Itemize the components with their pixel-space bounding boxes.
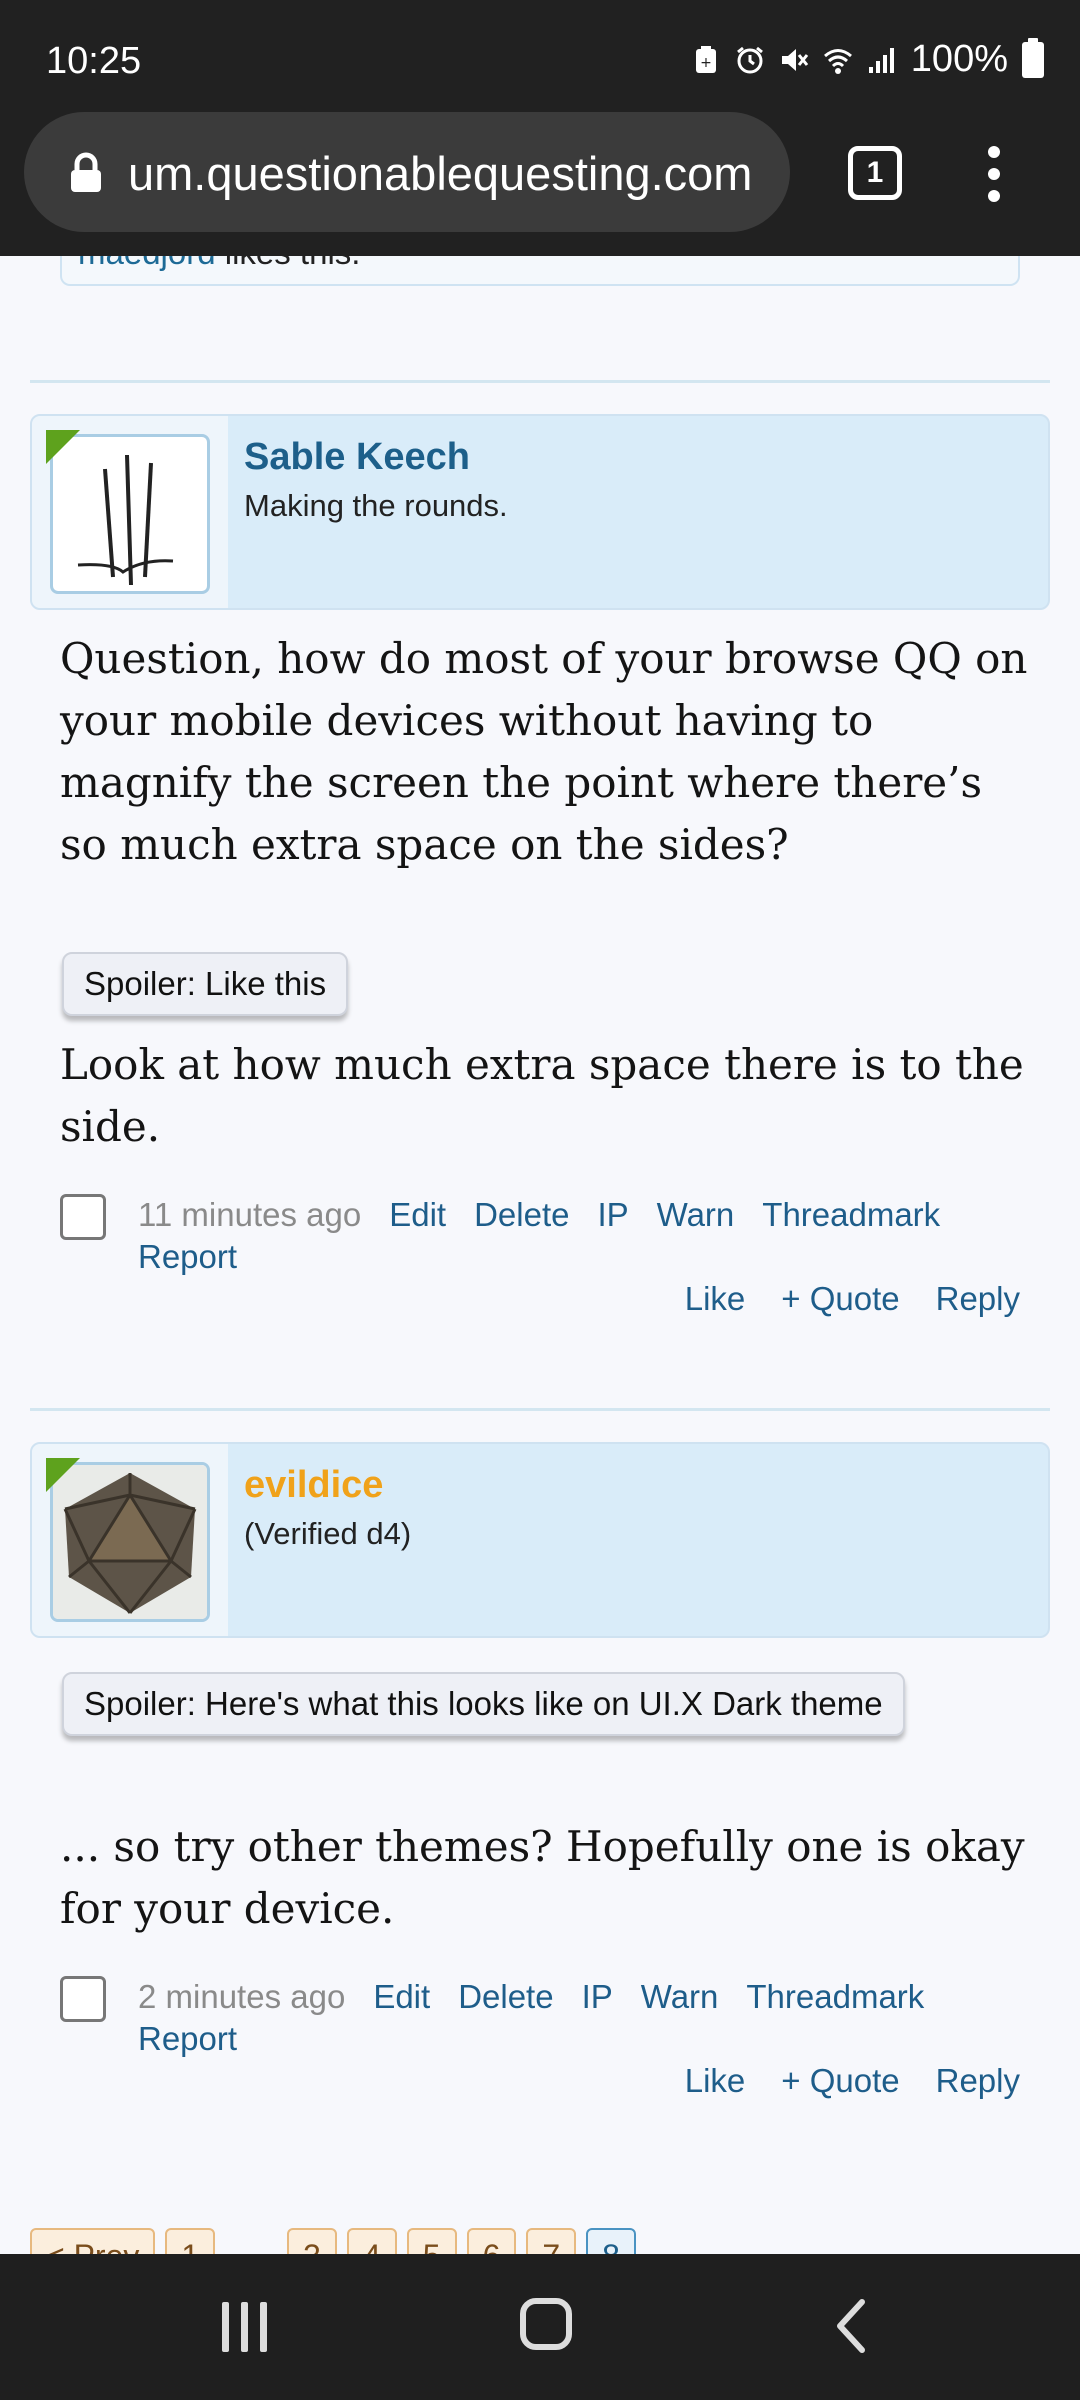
likes-summary: maedjord likes this. [60,256,1020,286]
url-text[interactable]: um.questionablequesting.com [128,146,788,201]
message-body: ... so try other themes? Hopefully one i… [60,1822,1025,1933]
post-divider [30,1408,1050,1411]
wifi-icon [823,48,852,74]
mute-icon [781,48,808,71]
select-post-checkbox[interactable] [60,1976,106,2022]
svg-text:+: + [700,55,712,71]
more-options-icon[interactable] [986,146,1002,202]
online-indicator [46,430,80,464]
page-button[interactable]: 4 [346,2228,397,2254]
page-button[interactable]: 6 [466,2228,517,2254]
spoiler-button[interactable]: Spoiler: Here's what this looks like on … [62,1672,905,1736]
page-button[interactable]: 3 [287,2228,337,2254]
report-link[interactable]: Report [138,2020,237,2058]
delete-link[interactable]: Delete [474,1196,569,1233]
back-icon[interactable] [830,2296,874,2356]
post-controls: 11 minutes ago Edit Delete IP Warn Threadmark [138,1196,968,1234]
recent-apps-icon[interactable] [222,2302,268,2352]
threadmark-link[interactable]: Threadmark [762,1196,940,1233]
post-time[interactable]: 2 minutes ago [138,1978,345,2015]
page-button[interactable]: 1 [165,2228,216,2254]
like-link[interactable]: Like [685,1280,746,1317]
username[interactable]: evildice [244,1464,383,1507]
online-indicator [46,1458,80,1492]
status-icons: + 100% [691,37,1044,81]
message-body-continued: Look at how much extra space there is to… [60,1040,1024,1151]
pagination: < Prev 1 ← 3 4 5 6 7 8 [30,2228,636,2254]
page-button-current[interactable]: 8 [586,2228,636,2254]
ip-link[interactable]: IP [582,1978,613,2015]
edit-link[interactable]: Edit [373,1978,430,2015]
message-user-bar: Sable Keech Making the rounds. [30,414,1050,610]
post-controls: 2 minutes ago Edit Delete IP Warn Threadmark [138,1978,952,2016]
user-title: Making the rounds. [244,488,508,523]
post-actions: Like + Quote Reply [649,2062,1020,2100]
spoiler-button[interactable]: Spoiler: Like this [62,952,349,1016]
signal-icon [868,47,894,73]
username[interactable]: Sable Keech [244,436,470,479]
delete-link[interactable]: Delete [458,1978,553,2015]
post-actions: Like + Quote Reply [649,1280,1020,1318]
quote-link[interactable]: + Quote [781,1280,899,1317]
edit-link[interactable]: Edit [389,1196,446,1233]
reply-link[interactable]: Reply [936,1280,1020,1317]
page-button[interactable]: 5 [406,2228,457,2254]
tab-switcher-button[interactable]: 1 [848,146,902,200]
alarm-icon [736,46,763,73]
system-nav-bar [0,2254,1080,2400]
ip-link[interactable]: IP [597,1196,628,1233]
home-icon[interactable] [520,2298,572,2350]
status-time: 10:25 [46,40,142,82]
user-title: (Verified d4) [244,1516,412,1551]
thread-content: maedjord likes this. Sable Keech Making … [0,256,1080,2254]
page-prev-button[interactable]: < Prev [30,2228,156,2254]
status-bar: 10:25 + 100% um.questionablequesting.com… [0,0,1080,256]
select-post-checkbox[interactable] [60,1194,106,1240]
warn-link[interactable]: Warn [641,1978,719,2015]
message-body: Question, how do most of your browse QQ … [60,634,1028,869]
post-divider [30,380,1050,383]
battery-percent: 100% [910,38,1008,80]
post-time[interactable]: 11 minutes ago [138,1196,361,1233]
lock-icon [71,152,101,192]
report-link[interactable]: Report [138,1238,237,1276]
message-user-bar: evildice (Verified d4) [30,1442,1050,1638]
address-bar[interactable]: um.questionablequesting.com [24,112,790,232]
likes-suffix: likes this. [216,256,361,271]
like-link[interactable]: Like [685,2062,746,2099]
battery-saver-icon: + [695,45,716,73]
warn-link[interactable]: Warn [657,1196,735,1233]
liker-link[interactable]: maedjord [78,256,216,271]
battery-icon [1022,37,1044,78]
page-button[interactable]: 7 [526,2228,577,2254]
page-gap-arrow[interactable]: ← [225,2228,277,2254]
threadmark-link[interactable]: Threadmark [746,1978,924,2015]
reply-link[interactable]: Reply [936,2062,1020,2099]
quote-link[interactable]: + Quote [781,2062,899,2099]
